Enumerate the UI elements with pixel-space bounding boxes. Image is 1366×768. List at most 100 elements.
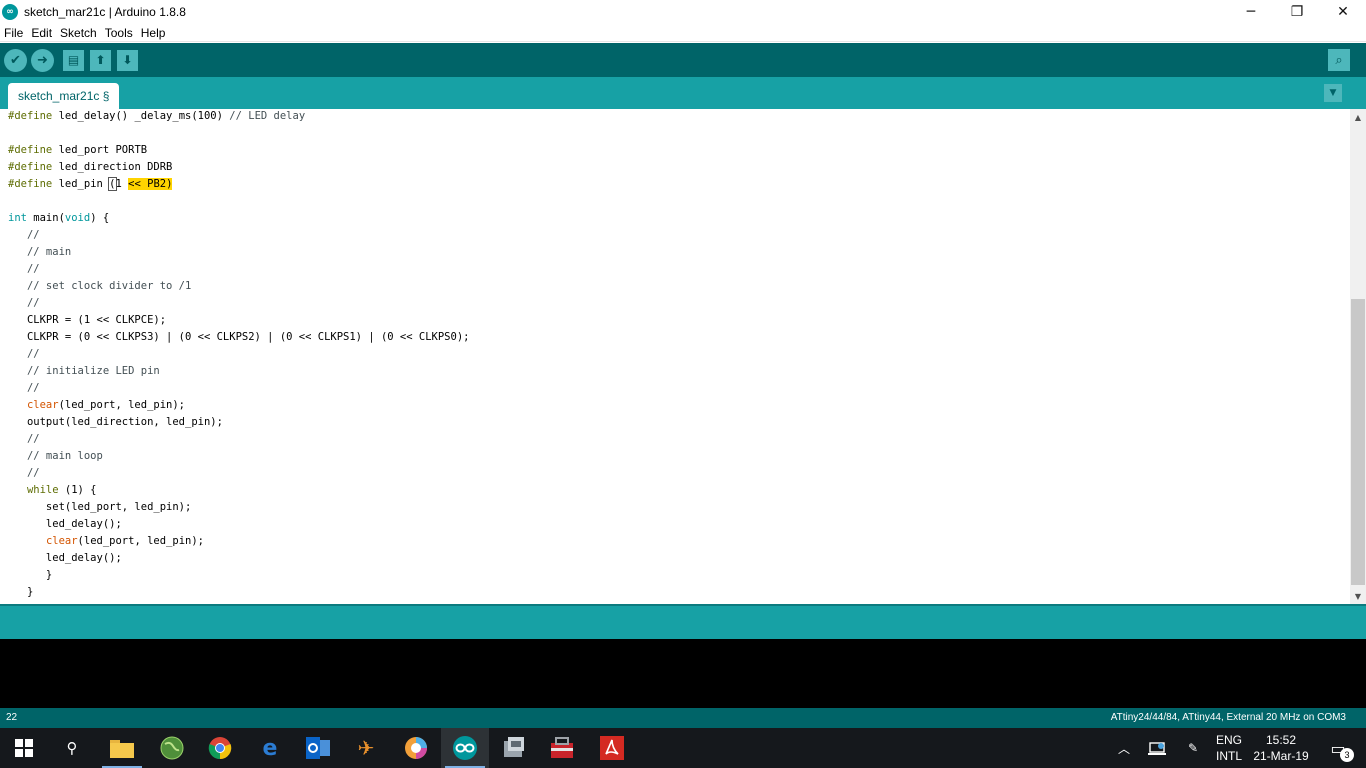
verify-button[interactable]: ✔ [4, 48, 27, 72]
code-line: led_delay(); [8, 552, 122, 564]
code-line: #define led_delay() _delay_ms(100) // LE… [8, 110, 306, 122]
code-line: // [8, 348, 40, 360]
tray-network[interactable] [1144, 728, 1170, 768]
code-line: // [8, 229, 40, 241]
chevron-up-icon: ︿ [1117, 741, 1130, 756]
code-line: // [8, 382, 40, 394]
scrollbar-thumb[interactable] [1351, 299, 1365, 585]
code-line: #define led_port PORTB [8, 144, 148, 156]
bird-icon: ✈ [357, 736, 375, 760]
menu-help[interactable]: Help [137, 26, 170, 40]
code-line: // initialize LED pin [8, 365, 160, 377]
arrow-right-icon: ➜ [37, 52, 48, 68]
magnifier-icon: ⌕ [1335, 52, 1343, 68]
menu-edit[interactable]: Edit [27, 26, 56, 40]
folder-icon [110, 740, 134, 758]
clock[interactable]: 15:52 21-Mar-19 [1252, 732, 1310, 764]
taskbar-file-explorer[interactable] [98, 728, 146, 768]
start-button[interactable] [0, 728, 48, 768]
message-bar [0, 604, 1366, 639]
menu-bar: File Edit Sketch Tools Help [0, 24, 1366, 42]
arrow-up-icon: ⬆ [95, 53, 106, 67]
code-line: #define led_pin (1 << PB2) [8, 177, 173, 191]
tab-sketch[interactable]: sketch_mar21c § [8, 83, 120, 109]
menu-sketch[interactable]: Sketch [56, 26, 101, 40]
code-line: } [8, 586, 34, 598]
status-bar: 22 ATtiny24/44/84, ATtiny44, External 20… [0, 708, 1366, 728]
taskbar-paint-app[interactable] [392, 728, 440, 768]
code-line: // main [8, 246, 72, 258]
check-icon: ✔ [10, 52, 21, 68]
language-indicator[interactable]: ENG INTL [1216, 732, 1242, 764]
clock-time: 15:52 [1265, 733, 1297, 747]
taskbar-arduino[interactable] [441, 728, 489, 768]
network-icon [1148, 742, 1166, 755]
code-line: led_delay(); [8, 518, 122, 530]
window-title: sketch_mar21c | Arduino 1.8.8 [24, 5, 186, 19]
box-icon [504, 737, 524, 757]
code-line: // main loop [8, 450, 103, 462]
code-editor[interactable]: #define led_delay() _delay_ms(100) // LE… [0, 109, 1350, 604]
line-number: 22 [6, 712, 18, 723]
code-line: // [8, 263, 40, 275]
code-line: while (1) { [26, 484, 97, 496]
new-button[interactable]: ▤ [63, 49, 84, 71]
taskbar-toolbox-app[interactable] [538, 728, 586, 768]
code-line: // [8, 297, 40, 309]
taskbar-outlook[interactable] [294, 728, 342, 768]
open-button[interactable]: ⬆ [90, 49, 111, 71]
scroll-up-icon[interactable]: ▲ [1350, 109, 1366, 125]
taskbar-app-box[interactable] [490, 728, 538, 768]
outlook-icon [306, 737, 330, 759]
pen-icon: ✎ [1187, 741, 1199, 755]
taskbar-inkscape[interactable]: ✈ [342, 728, 390, 768]
search-button[interactable]: ⚲ [48, 728, 96, 768]
restore-button[interactable]: ❐ [1274, 0, 1320, 24]
title-bar: ∞ sketch_mar21c | Arduino 1.8.8 ─ ❐ ✕ [0, 0, 1366, 24]
code-line: CLKPR = (0 << CLKPS3) | (0 << CLKPS2) | … [8, 331, 470, 343]
code-line: CLKPR = (1 << CLKPCE); [8, 314, 167, 326]
taskbar-globe-app[interactable] [148, 728, 196, 768]
menu-tools[interactable]: Tools [101, 26, 137, 40]
serial-monitor-button[interactable]: ⌕ [1328, 49, 1350, 71]
code-line: } [8, 569, 53, 581]
console-output[interactable] [0, 639, 1366, 708]
taskbar-edge[interactable]: e [246, 728, 294, 768]
code-line: output(led_direction, led_pin); [8, 416, 223, 428]
acrobat-icon [600, 736, 624, 760]
toolbox-icon [551, 737, 573, 758]
file-icon: ▤ [67, 53, 80, 67]
code-line: set(led_port, led_pin); [8, 501, 192, 513]
action-center-button[interactable]: ▭ 3 [1318, 728, 1358, 768]
keyboard-layout: INTL [1216, 749, 1243, 763]
editor-scrollbar[interactable]: ▲ ▼ [1350, 109, 1366, 604]
arduino-logo-icon: ∞ [2, 4, 18, 20]
save-button[interactable]: ⬇ [117, 49, 138, 71]
language-code: ENG [1216, 733, 1243, 747]
search-icon: ⚲ [66, 739, 78, 757]
code-line: // [8, 467, 40, 479]
board-info: ATtiny24/44/84, ATtiny44, External 20 MH… [1110, 712, 1346, 723]
code-line: #define led_direction DDRB [8, 161, 173, 173]
code-line: // set clock divider to /1 [8, 280, 192, 292]
scroll-down-icon[interactable]: ▼ [1350, 588, 1366, 604]
tray-pen[interactable]: ✎ [1180, 728, 1206, 768]
code-line: int main(void) { [8, 212, 110, 224]
upload-button[interactable]: ➜ [31, 48, 54, 72]
clock-date: 21-Mar-19 [1253, 749, 1309, 763]
minimize-button[interactable]: ─ [1228, 0, 1274, 24]
show-hidden-icons-button[interactable]: ︿ [1112, 728, 1136, 768]
code-line: // [8, 433, 40, 445]
notification-badge: 3 [1340, 748, 1354, 762]
paint-icon [405, 737, 427, 759]
taskbar: ⚲ e ✈ ︿ ✎ ENG INTL 15:52 21-Mar-19 ▭ 3 [0, 728, 1366, 768]
tab-menu-button[interactable]: ▼ [1324, 84, 1342, 102]
taskbar-acrobat[interactable] [588, 728, 636, 768]
menu-file[interactable]: File [0, 26, 27, 40]
close-button[interactable]: ✕ [1320, 0, 1366, 24]
windows-icon [15, 739, 33, 757]
arduino-icon [453, 736, 477, 760]
taskbar-chrome[interactable] [196, 728, 244, 768]
